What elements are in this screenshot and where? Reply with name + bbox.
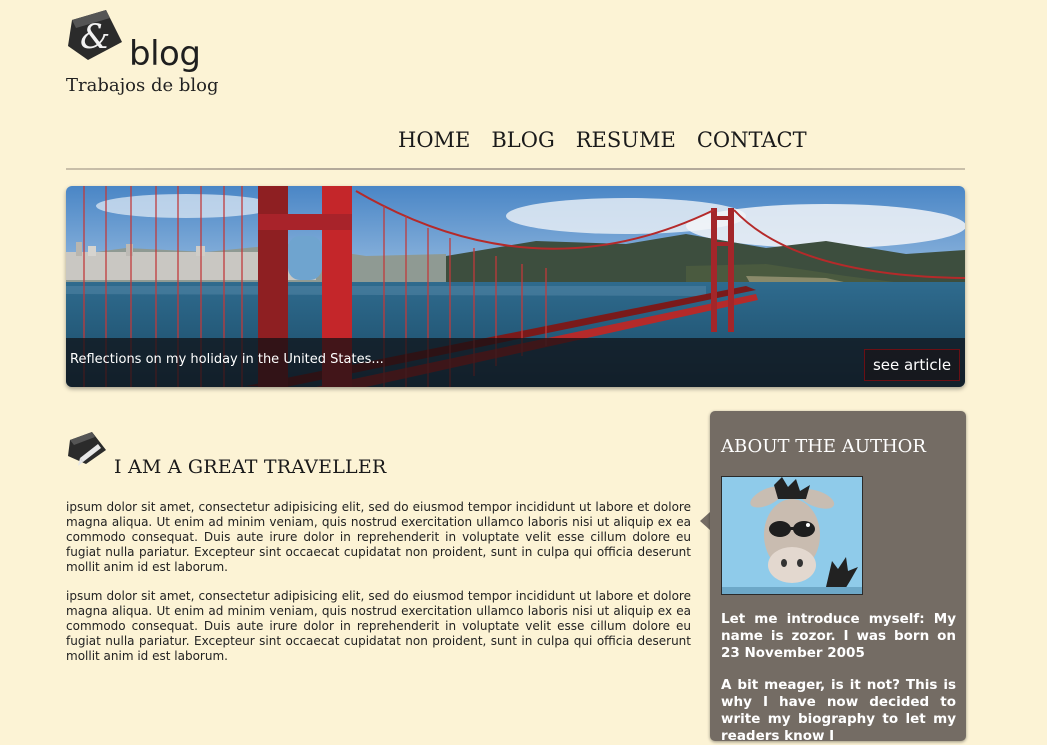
see-article-button[interactable]: see article (864, 349, 960, 381)
site-tagline: Trabajos de blog (66, 75, 219, 96)
pen-icon (68, 432, 106, 466)
main-nav: HOME BLOG RESUME CONTACT (398, 128, 828, 152)
zozor-logo-icon: & (68, 10, 122, 60)
author-avatar (721, 476, 863, 595)
banner-caption: Reflections on my holiday in the United … (70, 352, 384, 367)
nav-item-blog[interactable]: BLOG (491, 128, 554, 152)
about-author-sidebar: ABOUT THE AUTHOR Let me introduce myself… (710, 411, 966, 744)
post-body: ipsum dolor sit amet, consectetur adipis… (66, 500, 691, 678)
post-title: I AM A GREAT TRAVELLER (114, 456, 387, 478)
nav-item-home[interactable]: HOME (398, 128, 470, 152)
sidebar-title: ABOUT THE AUTHOR (721, 436, 926, 457)
logo-text: blog (129, 34, 201, 74)
post-paragraph: ipsum dolor sit amet, consectetur adipis… (66, 500, 691, 574)
sidebar-intro-text: Let me introduce myself: My name is zozo… (721, 611, 956, 661)
post-paragraph: ipsum dolor sit amet, consectetur adipis… (66, 589, 691, 663)
nav-item-resume[interactable]: RESUME (576, 128, 676, 152)
nav-item-contact[interactable]: CONTACT (697, 128, 807, 152)
sidebar-pointer (700, 512, 710, 530)
zozor-avatar-icon (722, 477, 862, 594)
sidebar-bio-text: A bit meager, is it not? This is why I h… (721, 677, 956, 744)
hero-banner: Reflections on my holiday in the United … (66, 186, 965, 387)
nav-divider (66, 168, 965, 170)
svg-text:&: & (80, 17, 110, 57)
